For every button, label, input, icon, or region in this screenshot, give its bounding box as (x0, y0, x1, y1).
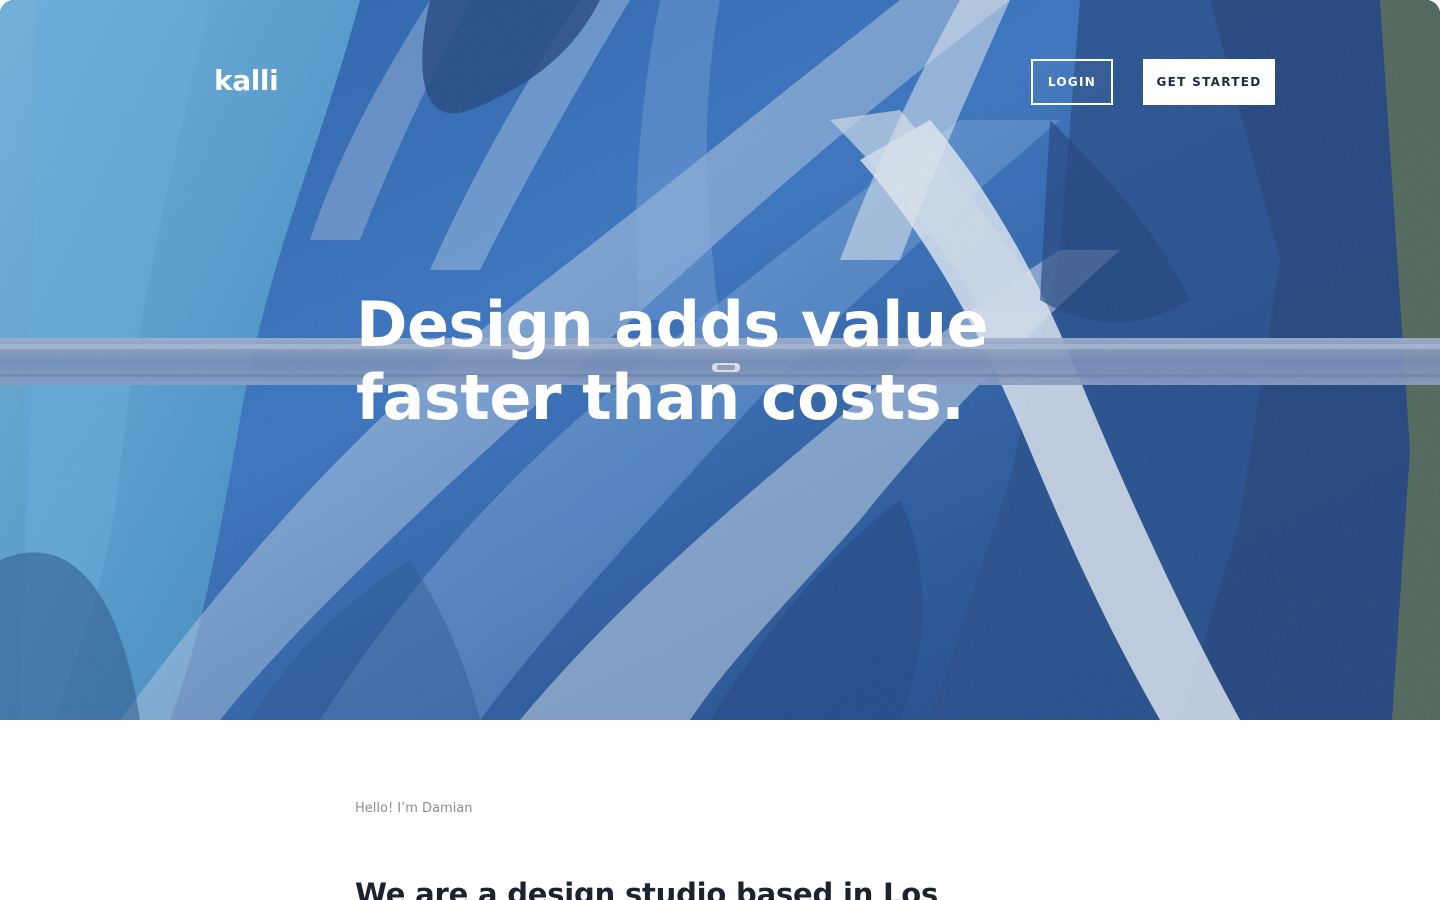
hero-title-line-1: Design adds value (356, 288, 989, 361)
hero-title-line-2: faster than costs. (356, 361, 965, 434)
intro-kicker: Hello! I’m Damian (355, 801, 473, 816)
hero-section: kalli LOGIN GET STARTED Design adds valu… (0, 0, 1440, 720)
brand-logo[interactable]: kalli (214, 64, 279, 98)
intro-heading: We are a design studio based in Los (355, 877, 939, 900)
hero-title: Design adds value faster than costs. (356, 288, 1006, 434)
login-button[interactable]: LOGIN (1031, 59, 1113, 105)
header-actions: LOGIN GET STARTED (1031, 59, 1275, 105)
get-started-button[interactable]: GET STARTED (1143, 59, 1275, 105)
landing-page: kalli LOGIN GET STARTED Design adds valu… (0, 0, 1440, 900)
